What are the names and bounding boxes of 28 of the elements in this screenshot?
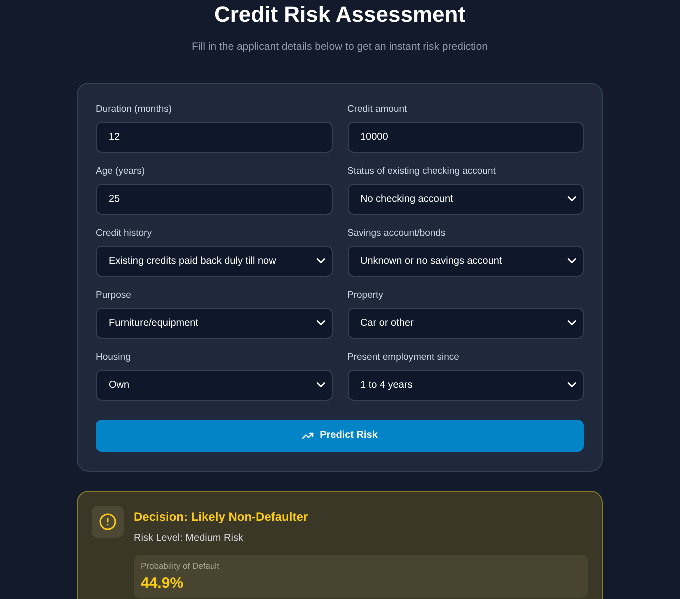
field-label: Duration (months) <box>96 104 174 116</box>
field-label: Savings account/bonds <box>348 228 447 240</box>
field-label: Credit amount <box>348 104 408 116</box>
risk-level-text: Risk Level: Medium Risk <box>134 532 244 546</box>
probability-value: 44.9% <box>141 574 185 592</box>
dropdown[interactable]: Own <box>96 370 332 401</box>
input-field[interactable]: 25 <box>96 184 332 215</box>
field-label: Present employment since <box>348 352 460 364</box>
decision-title: Decision: Likely Non-Defaulter <box>134 508 310 526</box>
dropdown[interactable]: 1 to 4 years <box>348 370 584 401</box>
page-title: Credit Risk Assessment <box>214 3 466 27</box>
dropdown[interactable]: No checking account <box>348 184 584 215</box>
input-field[interactable]: 12 <box>96 122 332 153</box>
field-label: Age (years) <box>96 166 146 178</box>
predict-risk-button[interactable]: Predict Risk <box>96 420 584 452</box>
dropdown[interactable]: Furniture/equipment <box>96 308 332 339</box>
probability-label: Probability of Default <box>141 560 220 572</box>
field-label: Status of existing checking account <box>348 166 497 178</box>
field-label: Housing <box>96 352 132 364</box>
input-field[interactable]: 10000 <box>348 122 584 153</box>
field-label: Purpose <box>96 290 132 302</box>
dropdown[interactable]: Unknown or no savings account <box>348 246 584 277</box>
dropdown[interactable]: Existing credits paid back duly till now <box>96 246 332 277</box>
field-label: Property <box>348 290 384 302</box>
field-label: Credit history <box>96 228 153 240</box>
page-subtitle: Fill in the applicant details below to get an instant risk prediction <box>192 40 488 55</box>
dropdown[interactable]: Car or other <box>348 308 584 339</box>
warning-icon <box>92 506 124 538</box>
